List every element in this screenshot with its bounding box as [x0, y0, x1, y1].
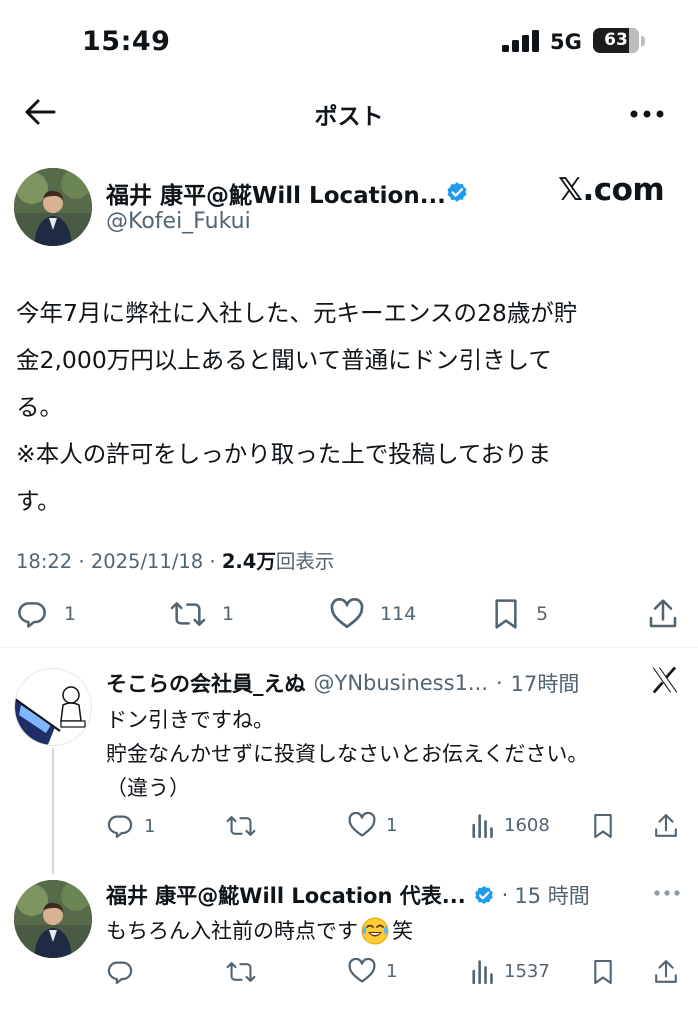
- bookmark-icon: [592, 958, 614, 986]
- reply-button[interactable]: [106, 958, 134, 986]
- verified-badge-icon: [444, 179, 470, 205]
- laughing-tears-emoji: [360, 916, 390, 946]
- more-options-icon[interactable]: [654, 890, 680, 896]
- like-button[interactable]: 1: [348, 812, 397, 838]
- views-chart-icon: [470, 812, 494, 838]
- meta-separator: ·: [501, 883, 509, 907]
- author-name[interactable]: 福井 康平@𩸽Will Location...: [106, 176, 446, 210]
- repost-button[interactable]: 1: [170, 598, 234, 630]
- share-icon: [648, 598, 678, 630]
- repost-icon: [226, 958, 256, 986]
- reply-text-row: もちろん入社前の時点です 笑: [106, 914, 413, 948]
- share-button[interactable]: [648, 598, 678, 630]
- repost-icon: [226, 812, 256, 840]
- reply-avatar[interactable]: [14, 880, 92, 958]
- status-time: 15:49: [82, 26, 171, 57]
- page-title: ポスト: [314, 104, 384, 130]
- views-button[interactable]: 1537: [470, 958, 550, 984]
- repost-button[interactable]: [226, 812, 256, 840]
- bookmark-icon: [592, 812, 614, 840]
- views-chart-icon: [470, 958, 494, 984]
- meta-separator: ·: [495, 671, 503, 695]
- network-type: 5G: [550, 30, 582, 54]
- reply-avatar[interactable]: [14, 668, 92, 746]
- bookmark-icon: [492, 598, 520, 630]
- reply-time[interactable]: 15 時間: [514, 880, 589, 910]
- post-text: 今年7月に弊社に入社した、元キーエンスの28歳が貯 金2,000万円以上あると聞…: [16, 299, 578, 515]
- author-handle[interactable]: @Kofei_Fukui: [106, 209, 251, 234]
- thread-line: [52, 748, 54, 874]
- views-count: 1537: [504, 960, 550, 982]
- meta-separator: ·: [78, 550, 91, 573]
- reply-count: 1: [144, 815, 156, 837]
- post-time[interactable]: 18:22: [16, 550, 72, 573]
- share-icon: [654, 958, 678, 986]
- reply-icon: [106, 958, 134, 986]
- repost-icon: [170, 598, 206, 630]
- reply-count: 1: [64, 603, 77, 625]
- reply-author-name[interactable]: 福井 康平@𩸽Will Location 代表...: [106, 880, 466, 910]
- heart-icon: [348, 812, 376, 838]
- reply-text-suffix: 笑: [392, 919, 413, 943]
- bookmark-button[interactable]: [592, 812, 614, 840]
- reply-time[interactable]: 17時間: [511, 668, 580, 698]
- bookmark-count: 5: [536, 603, 549, 625]
- bookmark-button[interactable]: [592, 958, 614, 986]
- share-button[interactable]: [654, 812, 678, 840]
- author-avatar[interactable]: [14, 168, 92, 246]
- views-button[interactable]: 1608: [470, 812, 550, 838]
- views-count: 1608: [504, 814, 550, 836]
- meta-separator: ·: [209, 550, 222, 573]
- reply-button[interactable]: 1: [106, 812, 155, 840]
- reply-icon: [16, 598, 48, 630]
- share-icon: [654, 812, 678, 840]
- repost-count: 1: [222, 603, 235, 625]
- reply-text: もちろん入社前の時点です: [106, 919, 358, 943]
- reply-header: そこらの会社員_えぬ @YNbusiness1... · 17時間: [106, 668, 579, 698]
- share-button[interactable]: [654, 958, 678, 986]
- like-count: 114: [380, 603, 417, 625]
- reply-author-name[interactable]: そこらの会社員_えぬ: [106, 668, 306, 698]
- repost-button[interactable]: [226, 958, 256, 986]
- battery-icon: 63: [593, 28, 639, 53]
- like-button[interactable]: 114: [330, 598, 416, 630]
- heart-icon: [330, 598, 364, 630]
- battery-cap: [641, 36, 645, 46]
- reply-button[interactable]: 1: [16, 598, 76, 630]
- reply-header: 福井 康平@𩸽Will Location 代表... · 15 時間: [106, 880, 590, 910]
- like-button[interactable]: 1: [348, 958, 397, 984]
- heart-icon: [348, 958, 376, 984]
- divider: [0, 647, 698, 648]
- post-meta: 18:22 · 2025/11/18 · 2.4万回表示: [16, 545, 334, 574]
- battery-level: 63: [604, 30, 628, 50]
- more-options-icon[interactable]: [630, 110, 664, 118]
- post-date[interactable]: 2025/11/18: [91, 550, 203, 573]
- reply-icon: [106, 812, 134, 840]
- x-logo-icon[interactable]: [650, 666, 680, 694]
- views-label: 回表示: [275, 550, 335, 573]
- cellular-signal-icon: [502, 30, 540, 52]
- like-count: 1: [386, 960, 398, 982]
- source-badge: 𝕏.com: [558, 172, 665, 208]
- views-count: 2.4万: [221, 550, 276, 573]
- reply-text: ドン引きですね。 貯金なんかせずに投資しなさいとお伝えください。 （違う）: [106, 708, 589, 800]
- verified-badge-icon: [472, 883, 496, 907]
- like-count: 1: [386, 814, 398, 836]
- reply-author-handle[interactable]: @YNbusiness1...: [314, 671, 488, 695]
- bookmark-button[interactable]: 5: [492, 598, 548, 630]
